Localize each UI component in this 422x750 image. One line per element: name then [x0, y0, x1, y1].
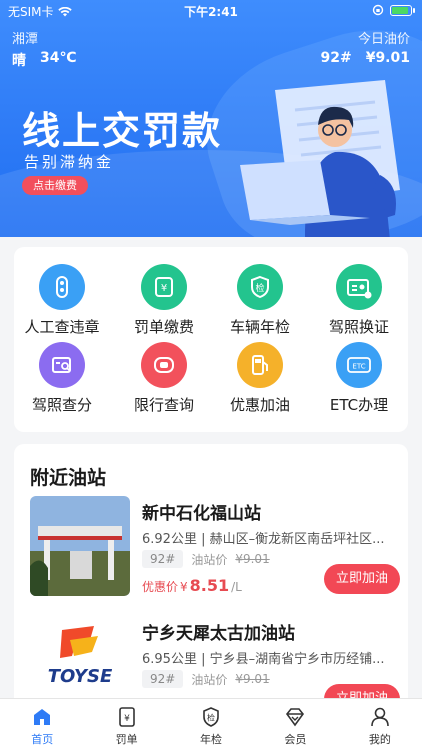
service-label: 驾照换证 — [328, 318, 389, 336]
home-icon — [30, 705, 54, 729]
tab-member[interactable]: 会员 — [253, 699, 337, 750]
inspection-icon: 检 — [199, 705, 223, 729]
fuel-pump-icon — [237, 342, 283, 388]
nearby-stations-card: 附近油站 新中石化福山站 6.92公里 | 赫山区–衡龙新区南岳坪社区... 9… — [14, 444, 408, 716]
service-label: 优惠加油 — [229, 396, 290, 414]
tab-label: 罚单 — [115, 733, 138, 746]
section-title: 附近油站 — [30, 467, 107, 489]
pay-now-button[interactable]: 点击缴费 — [22, 176, 88, 195]
fuel-grade-tag: 92# — [142, 670, 184, 688]
service-label: 人工查违章 — [24, 318, 100, 336]
station-photo — [30, 496, 130, 596]
status-bar: 无SIM卡 下午2:41 — [0, 0, 422, 22]
service-fine-payment[interactable]: ¥ 罚单缴费 — [118, 264, 210, 337]
svg-text:检: 检 — [255, 282, 264, 294]
service-annual-inspection[interactable]: 检 车辆年检 — [214, 264, 306, 337]
service-label: ETC办理 — [329, 396, 389, 414]
station-price-label: 油站价 — [191, 672, 228, 687]
ticket-icon: ¥ — [115, 705, 139, 729]
city-label[interactable]: 湘潭 — [12, 28, 38, 47]
oil-price-label: 今日油价 — [357, 32, 410, 47]
tab-label: 会员 — [284, 733, 307, 746]
license-card-icon — [336, 264, 382, 310]
service-violation-query[interactable]: 人工查违章 — [16, 264, 108, 337]
service-license-points[interactable]: 驾照查分 — [16, 342, 108, 415]
oil-price-value: ¥9.01 — [365, 50, 410, 66]
tab-tickets[interactable]: ¥ 罚单 — [84, 699, 168, 750]
traffic-light-icon — [39, 264, 85, 310]
weather-info: 晴 34℃ — [12, 50, 76, 70]
discount-currency: ¥ — [180, 580, 188, 594]
station-price-label: 油站价 — [191, 552, 228, 567]
banner-title: 线上交罚款 — [22, 109, 223, 153]
license-search-icon — [39, 342, 85, 388]
svg-text:¥: ¥ — [124, 714, 130, 724]
service-discount-fuel[interactable]: 优惠加油 — [214, 342, 306, 415]
discount-label: 优惠价 — [142, 580, 179, 594]
svg-text:ETC: ETC — [352, 363, 365, 371]
service-license-renewal[interactable]: 驾照换证 — [313, 264, 405, 337]
tab-label: 年检 — [200, 733, 223, 746]
service-etc[interactable]: ETC ETC办理 — [313, 342, 405, 415]
weather-condition: 晴 — [12, 53, 26, 69]
discount-value: 8.51 — [189, 576, 230, 595]
member-diamond-icon — [283, 705, 307, 729]
discount-unit: /L — [231, 580, 242, 594]
station-price: ¥9.01 — [235, 672, 270, 686]
tab-bar: 首页 ¥ 罚单 检 年检 会员 我的 — [0, 698, 422, 750]
service-label: 罚单缴费 — [133, 318, 194, 336]
service-label: 限行查询 — [133, 396, 194, 414]
tab-home[interactable]: 首页 — [0, 699, 84, 750]
tab-label: 首页 — [31, 733, 54, 746]
battery-icon — [390, 4, 415, 16]
discount-price: 优惠价 ¥ 8.51 /L — [142, 576, 242, 595]
etc-icon: ETC — [336, 342, 382, 388]
fuel-grade-tag: 92# — [142, 550, 184, 568]
hero-banner: 无SIM卡 下午2:41 湘潭 晴 34℃ 今日油价 92# ¥9.01 线上交… — [0, 0, 422, 237]
svg-text:检: 检 — [207, 713, 215, 723]
restriction-icon — [141, 342, 187, 388]
status-time: 下午2:41 — [184, 5, 238, 19]
profile-icon — [368, 705, 392, 729]
fine-ticket-icon: ¥ — [141, 264, 187, 310]
station-name: 新中石化福山站 — [142, 504, 261, 524]
inspection-shield-icon: 检 — [237, 264, 283, 310]
tab-label: 我的 — [368, 733, 391, 746]
station-price: ¥9.01 — [235, 552, 270, 566]
station-name: 宁乡天犀太古加油站 — [142, 624, 295, 644]
tab-inspection[interactable]: 检 年检 — [169, 699, 253, 750]
toyse-logo-text: TOYSE — [48, 666, 113, 687]
services-card: 人工查违章 ¥ 罚单缴费 检 车辆年检 驾照换证 驾照查分 限行查询 优惠加油 — [14, 247, 408, 432]
station-address: 6.95公里 | 宁乡县–湖南省宁乡市历经铺... — [142, 652, 385, 667]
service-label: 驾照查分 — [31, 396, 92, 414]
refuel-now-button[interactable]: 立即加油 — [324, 564, 400, 594]
svg-text:¥: ¥ — [161, 283, 167, 294]
banner-subtitle: 告别滞纳金 — [24, 153, 115, 171]
tab-profile[interactable]: 我的 — [338, 699, 422, 750]
station-item[interactable]: 新中石化福山站 6.92公里 | 赫山区–衡龙新区南岳坪社区... 92# 油站… — [30, 496, 400, 600]
rotation-lock-icon — [372, 4, 384, 16]
service-restriction-query[interactable]: 限行查询 — [118, 342, 210, 415]
person-laptop-illustration — [240, 80, 400, 237]
oil-price-info[interactable]: 92# ¥9.01 — [320, 50, 410, 66]
temperature: 34℃ — [40, 50, 77, 66]
service-label: 车辆年检 — [229, 318, 290, 336]
oil-grade: 92# — [320, 50, 352, 66]
station-address: 6.92公里 | 赫山区–衡龙新区南岳坪社区... — [142, 532, 385, 547]
